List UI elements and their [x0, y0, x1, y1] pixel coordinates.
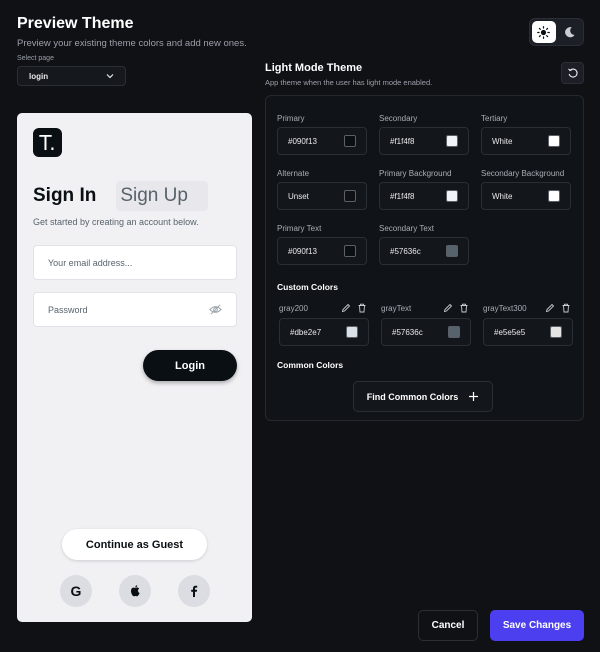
find-common-colors-button[interactable]: Find Common Colors — [353, 381, 493, 412]
color-field-alternate[interactable]: Unset — [277, 182, 367, 210]
color-swatch[interactable] — [548, 135, 560, 147]
color-value: Unset — [288, 191, 309, 201]
theme-mode-toggle[interactable] — [529, 18, 584, 46]
color-swatch[interactable] — [446, 245, 458, 257]
trash-icon[interactable] — [459, 303, 469, 313]
plus-icon — [469, 392, 479, 401]
color-swatch[interactable] — [548, 190, 560, 202]
email-field[interactable]: Your email address... — [33, 245, 237, 280]
color-field-secondary-background[interactable]: White — [481, 182, 571, 210]
page-select[interactable]: login — [17, 66, 126, 86]
color-field-secondary-text[interactable]: #57636c — [379, 237, 469, 265]
dark-mode-button[interactable] — [558, 21, 582, 43]
google-icon: G — [70, 583, 82, 599]
color-label-primary: Primary — [277, 114, 305, 123]
color-field-primary-text[interactable]: #090f13 — [277, 237, 367, 265]
color-label-primary-text: Primary Text — [277, 224, 322, 233]
auth-description: Get started by creating an account below… — [33, 217, 199, 227]
password-field[interactable]: Password — [33, 292, 237, 327]
color-swatch[interactable] — [448, 326, 460, 338]
color-swatch[interactable] — [344, 135, 356, 147]
google-login-button[interactable]: G — [60, 575, 92, 607]
eye-off-icon[interactable] — [209, 303, 222, 316]
password-placeholder: Password — [48, 304, 88, 315]
edit-icon[interactable] — [443, 303, 453, 313]
app-logo: T. — [33, 128, 62, 157]
trash-icon[interactable] — [357, 303, 367, 313]
moon-icon — [564, 26, 575, 37]
custom-color-actions — [341, 303, 367, 313]
custom-color-field-gray200[interactable]: #dbe2e7 — [279, 318, 369, 346]
apple-icon — [131, 585, 140, 597]
save-changes-button[interactable]: Save Changes — [490, 610, 584, 641]
color-swatch[interactable] — [344, 245, 356, 257]
theme-colors-panel: Primary #090f13 Secondary #f1f4f8 Tertia… — [265, 95, 584, 421]
auth-tabs: Sign In Sign Up — [33, 179, 208, 213]
facebook-login-button[interactable] — [178, 575, 210, 607]
edit-icon[interactable] — [341, 303, 351, 313]
color-label-secondary-text: Secondary Text — [379, 224, 434, 233]
color-value: White — [492, 191, 513, 201]
color-value: White — [492, 136, 513, 146]
custom-color-actions — [443, 303, 469, 313]
login-page-preview: T. Sign In Sign Up Get started by creati… — [17, 113, 252, 622]
custom-colors-heading: Custom Colors — [277, 282, 338, 292]
custom-color-name: gray200 — [279, 304, 308, 313]
color-value: #f1f4f8 — [390, 191, 415, 201]
cancel-button[interactable]: Cancel — [418, 610, 478, 641]
theme-panel-subtitle: App theme when the user has light mode e… — [265, 78, 433, 87]
color-swatch[interactable] — [446, 190, 458, 202]
email-placeholder: Your email address... — [48, 257, 133, 268]
select-page-label: Select page — [17, 55, 54, 62]
reset-theme-button[interactable] — [561, 62, 584, 84]
color-value: #e5e5e5 — [494, 327, 526, 337]
color-field-tertiary[interactable]: White — [481, 127, 571, 155]
color-swatch[interactable] — [446, 135, 458, 147]
color-label-tertiary: Tertiary — [481, 114, 508, 123]
color-label-alternate: Alternate — [277, 169, 310, 178]
color-label-secondary-background: Secondary Background — [481, 169, 565, 178]
color-value: #090f13 — [288, 136, 317, 146]
common-colors-heading: Common Colors — [277, 360, 344, 370]
page-title: Preview Theme — [17, 15, 134, 32]
color-swatch[interactable] — [346, 326, 358, 338]
tab-sign-in[interactable]: Sign In — [33, 185, 116, 207]
color-value: #f1f4f8 — [390, 136, 415, 146]
page-subtitle: Preview your existing theme colors and a… — [17, 38, 247, 49]
color-field-primary[interactable]: #090f13 — [277, 127, 367, 155]
chevron-down-icon — [106, 74, 114, 79]
custom-color-field-graytext300[interactable]: #e5e5e5 — [483, 318, 573, 346]
color-value: #dbe2e7 — [290, 327, 322, 337]
color-value: #57636c — [392, 327, 423, 337]
color-value: #57636c — [390, 246, 421, 256]
color-field-secondary[interactable]: #f1f4f8 — [379, 127, 469, 155]
light-mode-button[interactable] — [532, 21, 556, 43]
page-select-value: login — [29, 71, 49, 81]
theme-panel-title: Light Mode Theme — [265, 62, 363, 74]
color-swatch[interactable] — [344, 190, 356, 202]
custom-color-field-graytext[interactable]: #57636c — [381, 318, 471, 346]
color-value: #090f13 — [288, 246, 317, 256]
continue-as-guest-button[interactable]: Continue as Guest — [62, 529, 207, 560]
custom-color-name: grayText300 — [483, 304, 527, 313]
tab-sign-up[interactable]: Sign Up — [116, 181, 208, 211]
facebook-icon — [191, 585, 198, 597]
reset-icon — [567, 68, 578, 78]
login-button[interactable]: Login — [143, 350, 237, 381]
edit-icon[interactable] — [545, 303, 555, 313]
trash-icon[interactable] — [561, 303, 571, 313]
custom-color-actions — [545, 303, 571, 313]
color-label-secondary: Secondary — [379, 114, 418, 123]
sun-icon — [537, 25, 551, 39]
find-common-colors-label: Find Common Colors — [366, 391, 459, 402]
color-field-primary-background[interactable]: #f1f4f8 — [379, 182, 469, 210]
custom-color-name: grayText — [381, 304, 412, 313]
color-label-primary-background: Primary Background — [379, 169, 452, 178]
apple-login-button[interactable] — [119, 575, 151, 607]
color-swatch[interactable] — [550, 326, 562, 338]
